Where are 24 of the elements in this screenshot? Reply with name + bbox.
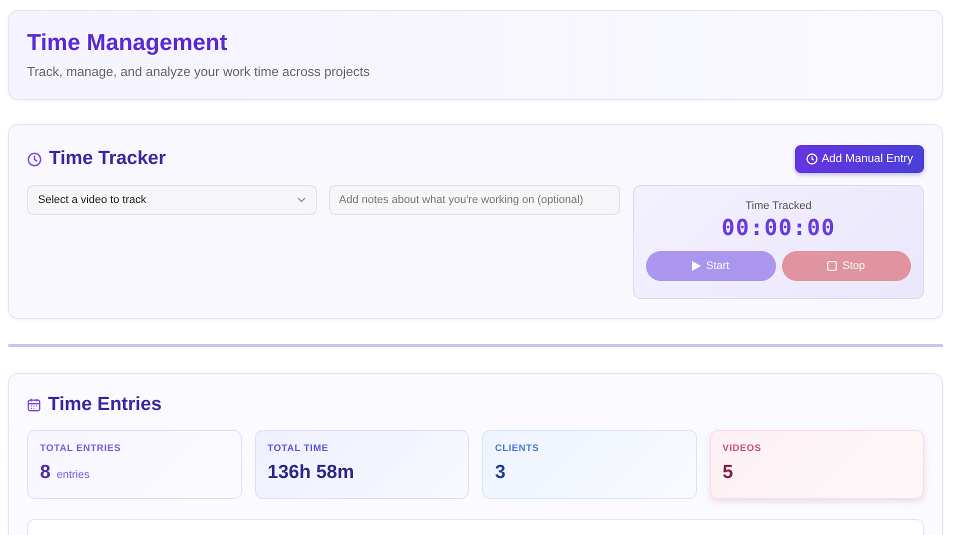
stat-label: TOTAL ENTRIES xyxy=(40,443,122,454)
timer-display: 00:00:00 xyxy=(722,216,836,241)
stop-icon xyxy=(827,261,838,271)
timer-label: Time Tracked xyxy=(745,200,812,212)
stat-value: 8 xyxy=(40,462,51,484)
video-select[interactable]: Select a video to track xyxy=(27,185,317,215)
page-subtitle: Track, manage, and analyze your work time across projects xyxy=(27,64,371,79)
play-icon xyxy=(692,261,702,271)
stat-value: 136h 58m xyxy=(268,462,354,484)
clock-icon xyxy=(27,152,42,166)
stat-unit: entries xyxy=(56,469,90,481)
add-manual-entry-button[interactable]: Add Manual Entry xyxy=(794,145,924,173)
chevron-down-icon xyxy=(297,197,306,203)
calendar-icon xyxy=(27,398,41,412)
stat-value: 5 xyxy=(722,462,734,484)
notes-field[interactable]: Add notes about what you're working on (optional) xyxy=(329,185,620,215)
section-title: Time Tracker xyxy=(49,148,166,170)
clock-icon xyxy=(806,153,818,165)
stat-value: 3 xyxy=(495,462,506,484)
page-title: Time Management xyxy=(27,29,228,56)
stat-label: TOTAL TIME xyxy=(268,443,330,454)
stat-label: VIDEOS xyxy=(722,443,762,454)
section-title: Time Entries xyxy=(48,394,162,416)
stat-label: CLIENTS xyxy=(495,443,540,454)
